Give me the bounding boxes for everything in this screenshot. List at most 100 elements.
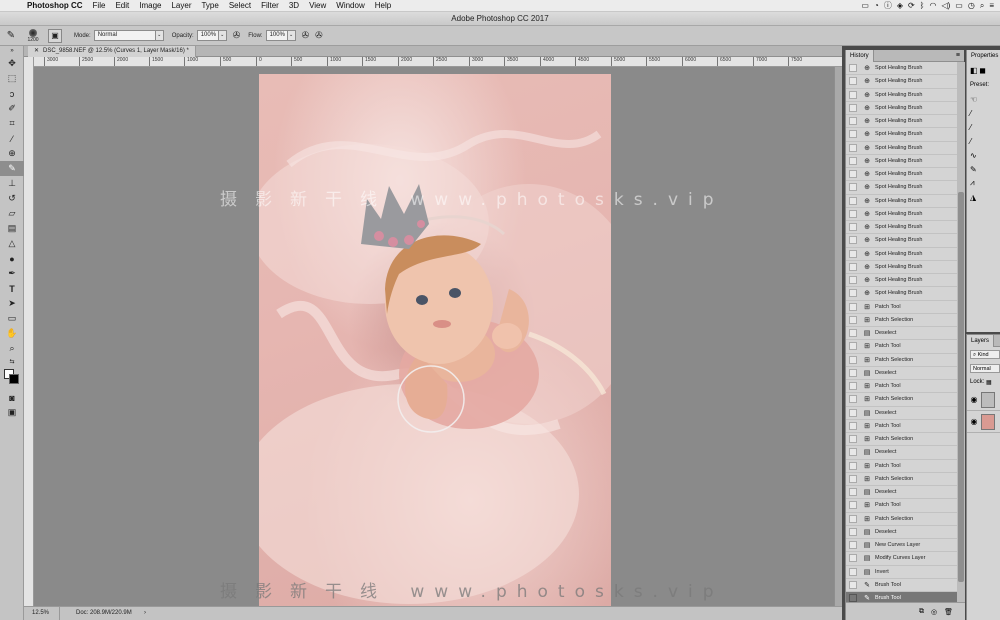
history-source-checkbox[interactable] [849, 143, 857, 152]
eyedropper-white-icon[interactable]: ⁄ [967, 134, 1000, 148]
default-colors-icon[interactable]: ⇆ [0, 356, 24, 366]
history-source-checkbox[interactable] [849, 355, 857, 364]
history-state-item[interactable]: ⊕ Spot Healing Brush [846, 234, 957, 248]
visibility-eye-icon[interactable]: ◉ [967, 417, 981, 426]
status-menu-arrow-icon[interactable]: › [144, 607, 146, 620]
history-source-checkbox[interactable] [849, 474, 857, 483]
history-state-item[interactable]: ⊞ Patch Selection [846, 314, 957, 327]
menu-help[interactable]: Help [370, 1, 396, 10]
menu-image[interactable]: Image [134, 1, 166, 10]
history-source-checkbox[interactable] [849, 103, 857, 112]
zoom-level[interactable]: 12.5% [32, 607, 60, 620]
history-state-item[interactable]: ⊞ Patch Tool [846, 380, 957, 394]
history-source-checkbox[interactable] [849, 130, 857, 139]
history-source-checkbox[interactable] [849, 329, 857, 338]
brush-tool-preset-icon[interactable]: ✎ [0, 30, 22, 41]
new-document-from-state-icon[interactable]: ⧉ [919, 608, 924, 616]
history-source-checkbox[interactable] [849, 514, 857, 523]
history-state-item[interactable]: ⊞ Patch Selection [846, 473, 957, 486]
eraser-tool-icon[interactable]: ▱ [0, 206, 24, 221]
pressure-size-icon[interactable]: ✇ [315, 30, 323, 41]
menu-3d[interactable]: 3D [284, 1, 304, 10]
layers-tab[interactable]: Layers [967, 335, 995, 347]
dropbox-icon[interactable]: ◈ [897, 1, 903, 10]
screen-icon[interactable]: ▭ [861, 1, 869, 10]
background-color-swatch[interactable] [9, 374, 19, 384]
history-source-checkbox[interactable] [849, 209, 857, 218]
pen-tool-icon[interactable]: ✒ [0, 266, 24, 281]
history-state-item[interactable]: ⊞ Patch Tool [846, 301, 957, 314]
history-state-item[interactable]: ⊕ Spot Healing Brush [846, 142, 957, 155]
blur-tool-icon[interactable]: △ [0, 236, 24, 251]
history-source-checkbox[interactable] [849, 461, 857, 470]
curve-edit-icon[interactable]: ∿ [967, 148, 1000, 162]
battery-icon[interactable]: ▭ [955, 1, 963, 10]
flow-dropdown-icon[interactable]: ⌄ [287, 30, 296, 41]
history-state-item[interactable]: ⊞ Patch Selection [846, 393, 957, 407]
history-state-item[interactable]: ⊕ Spot Healing Brush [846, 248, 957, 261]
vertical-ruler[interactable] [24, 57, 34, 606]
history-state-item[interactable]: ⊕ Spot Healing Brush [846, 75, 957, 89]
spotlight-icon[interactable]: ⌕ [980, 1, 984, 11]
type-tool-icon[interactable]: T [0, 281, 24, 296]
history-state-item[interactable]: ⊕ Spot Healing Brush [846, 221, 957, 235]
history-source-checkbox[interactable] [849, 541, 857, 550]
history-source-checkbox[interactable] [849, 196, 857, 205]
flow-input[interactable]: 100% [265, 30, 288, 41]
history-state-item[interactable]: ✎ Brush Tool [846, 579, 957, 592]
history-source-checkbox[interactable] [849, 302, 857, 311]
history-source-checkbox[interactable] [849, 382, 857, 391]
history-state-item[interactable]: ⊕ Spot Healing Brush [846, 155, 957, 168]
history-source-checkbox[interactable] [849, 223, 857, 232]
layer-row-background[interactable]: ◉ [967, 411, 1000, 433]
history-source-checkbox[interactable] [849, 77, 857, 86]
history-state-item[interactable]: ⊕ Spot Healing Brush [846, 195, 957, 208]
history-state-item[interactable]: ⊕ Spot Healing Brush [846, 274, 957, 288]
marquee-tool-icon[interactable]: ⬚ [0, 71, 24, 86]
history-source-checkbox[interactable] [849, 289, 857, 298]
path-select-tool-icon[interactable]: ➤ [0, 296, 24, 311]
history-state-item[interactable]: ⊕ Spot Healing Brush [846, 102, 957, 115]
history-state-item[interactable]: ⊕ Spot Healing Brush [846, 128, 957, 142]
history-state-item[interactable]: ▤ Deselect [846, 407, 957, 420]
quick-select-tool-icon[interactable]: ✐ [0, 101, 24, 116]
menu-filter[interactable]: Filter [256, 1, 284, 10]
canvas-vertical-scrollbar[interactable] [834, 67, 842, 606]
smooth-curve-icon[interactable]: ⩘ [967, 176, 1000, 190]
history-source-checkbox[interactable] [849, 580, 857, 589]
menu-select[interactable]: Select [224, 1, 256, 10]
history-state-item[interactable]: ⊞ Patch Tool [846, 420, 957, 433]
history-state-item[interactable]: ⊕ Spot Healing Brush [846, 115, 957, 129]
status-icon[interactable]: ◔ [874, 1, 879, 10]
clipping-warning-icon[interactable]: ◮ [967, 190, 1000, 204]
history-state-item[interactable]: ⊞ Patch Selection [846, 433, 957, 447]
history-source-checkbox[interactable] [849, 156, 857, 165]
history-state-item[interactable]: ⊞ Patch Selection [846, 513, 957, 526]
history-source-checkbox[interactable] [849, 249, 857, 258]
lock-transparency-icon[interactable]: ▦ [986, 379, 992, 386]
history-state-item[interactable]: ▤ Deselect [846, 526, 957, 539]
history-source-checkbox[interactable] [849, 435, 857, 444]
close-tab-icon[interactable]: ✕ [34, 48, 39, 54]
history-source-checkbox[interactable] [849, 342, 857, 351]
clock-icon[interactable]: ◷ [968, 1, 975, 10]
info-icon[interactable]: ⓘ [884, 0, 892, 11]
history-state-item[interactable]: ▤ Deselect [846, 327, 957, 341]
history-state-item[interactable]: ⊕ Spot Healing Brush [846, 168, 957, 182]
sync-icon[interactable]: ⟳ [908, 1, 915, 10]
history-state-item[interactable]: ▤ New Curves Layer [846, 539, 957, 553]
history-state-item[interactable]: ▤ Invert [846, 566, 957, 579]
brush-panel-toggle-icon[interactable]: ▣ [48, 28, 62, 43]
history-state-item[interactable]: ⊞ Patch Tool [846, 499, 957, 513]
blend-mode-select[interactable]: Normal [970, 363, 1000, 373]
history-source-checkbox[interactable] [849, 64, 857, 73]
history-state-item[interactable]: ⊕ Spot Healing Brush [846, 287, 957, 301]
photo-baby-in-pink-tutu[interactable] [259, 74, 611, 606]
history-source-checkbox[interactable] [849, 594, 857, 602]
delete-state-icon[interactable]: 🗑 [944, 608, 953, 616]
new-snapshot-icon[interactable]: ◎ [931, 608, 937, 616]
history-source-checkbox[interactable] [849, 554, 857, 563]
history-brush-tool-icon[interactable]: ↺ [0, 191, 24, 206]
wifi-icon[interactable]: ◠ [929, 1, 936, 10]
brush-preset-picker[interactable]: 1200 [22, 28, 44, 44]
